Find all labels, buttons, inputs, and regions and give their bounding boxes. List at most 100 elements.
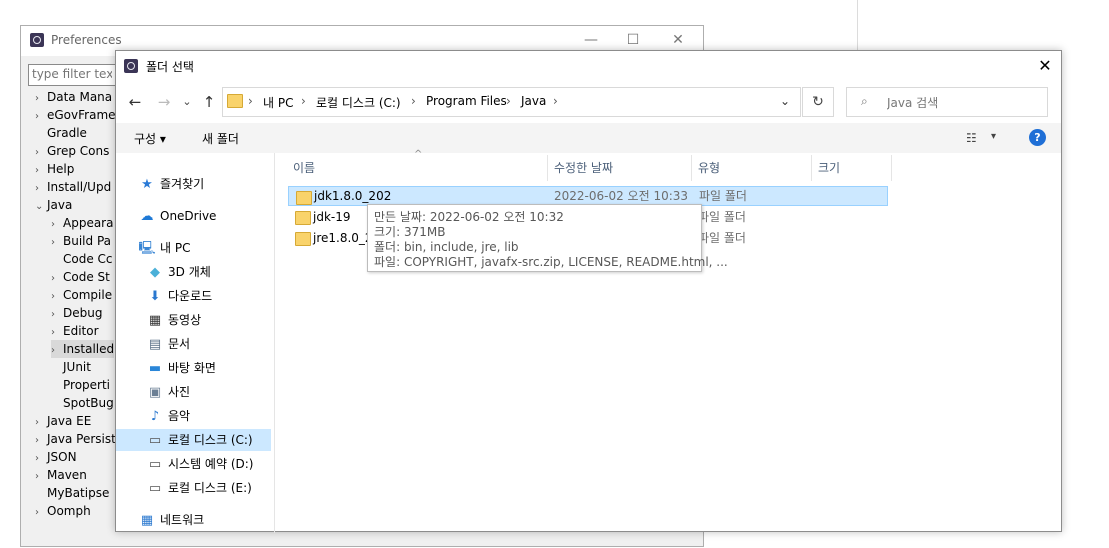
tree-item[interactable]: MyBatipse: [35, 484, 109, 502]
tree-item-label: Installed: [63, 342, 115, 356]
tree-item[interactable]: › Appeara: [51, 214, 113, 232]
tree-item[interactable]: › Grep Cons: [35, 142, 109, 160]
column-divider[interactable]: [811, 155, 812, 181]
nav-item[interactable]: ▦ 네트워크: [138, 509, 204, 531]
nav-item[interactable]: ▬ 바탕 화면: [146, 357, 216, 379]
minimize-button[interactable]: —: [576, 30, 606, 50]
nav-item[interactable]: ▭ 로컬 디스크 (E:): [146, 477, 252, 499]
column-divider[interactable]: [547, 155, 548, 181]
tree-item-label: Build Pa: [63, 234, 111, 248]
tree-item[interactable]: Gradle: [35, 124, 87, 142]
tree-item[interactable]: › Help: [35, 160, 74, 178]
tree-item[interactable]: › Oomph: [35, 502, 91, 520]
breadcrumb-separator[interactable]: ›: [248, 94, 253, 108]
column-header-date[interactable]: 수정한 날짜: [554, 156, 613, 180]
nav-item-label: 로컬 디스크 (E:): [168, 481, 252, 495]
search-icon: ⌕: [861, 94, 868, 108]
tree-item[interactable]: › Install/Upd: [35, 178, 111, 196]
sort-caret-icon: ^: [414, 149, 423, 160]
nav-item[interactable]: ▤ 문서: [146, 333, 190, 355]
folder-icon: [227, 94, 243, 108]
column-header-name[interactable]: 이름: [293, 156, 315, 180]
tree-item[interactable]: › Installed: [51, 340, 115, 358]
nav-item[interactable]: ▭ 시스템 예약 (D:): [146, 453, 254, 475]
breadcrumb-my-pc[interactable]: 내 PC: [263, 94, 293, 111]
tree-item[interactable]: JUnit: [51, 358, 91, 376]
nav-item-label: 바탕 화면: [168, 361, 216, 375]
nav-item[interactable]: ◆ 3D 개체: [146, 261, 211, 283]
tree-item-label: JUnit: [63, 360, 91, 374]
maximize-button[interactable]: ☐: [618, 30, 648, 50]
tree-item[interactable]: › Java Persist: [35, 430, 116, 448]
up-button[interactable]: ↑: [198, 92, 220, 112]
nav-item[interactable]: ☁ OneDrive: [138, 205, 217, 227]
tree-item[interactable]: › JSON: [35, 448, 77, 466]
tree-item[interactable]: › Editor: [51, 322, 99, 340]
nav-item[interactable]: ▦ 동영상: [146, 309, 201, 331]
column-header-size[interactable]: 크기: [818, 156, 840, 180]
tree-item[interactable]: Properti: [51, 376, 110, 394]
nav-item-label: 내 PC: [160, 241, 191, 255]
breadcrumb-local-disk-c[interactable]: 로컬 디스크 (C:): [316, 94, 401, 111]
preferences-title: Preferences: [51, 33, 122, 47]
refresh-button[interactable]: ↻: [802, 87, 834, 117]
view-options-icon[interactable]: ☷: [966, 131, 977, 145]
close-button[interactable]: ✕: [663, 30, 693, 50]
nav-item[interactable]: 🖳 내 PC: [138, 237, 190, 259]
breadcrumb-separator[interactable]: ›: [301, 94, 306, 108]
breadcrumb-separator[interactable]: ›: [506, 94, 511, 108]
filter-input[interactable]: [29, 65, 115, 83]
tree-item[interactable]: › Maven: [35, 466, 87, 484]
tree-item[interactable]: › Code St: [51, 268, 110, 286]
tree-item-label: JSON: [47, 450, 77, 464]
chevron-right-icon[interactable]: ›: [35, 504, 47, 522]
chevron-down-icon[interactable]: ⌄: [35, 198, 47, 216]
tree-item[interactable]: › eGovFrame: [35, 106, 116, 124]
breadcrumb-separator[interactable]: ›: [553, 94, 558, 108]
nav-item[interactable]: ▣ 사진: [146, 381, 190, 403]
drive-d-icon: ▭: [148, 457, 162, 472]
folder-icon: [295, 232, 311, 246]
tree-item-label: Help: [47, 162, 75, 176]
file-row[interactable]: jdk1.8.0_202 2022-06-02 오전 10:33 파일 폴더: [288, 186, 888, 206]
view-options-caret-icon[interactable]: ▾: [991, 131, 996, 142]
tree-item[interactable]: › Build Pa: [51, 232, 111, 250]
pane-divider[interactable]: [274, 153, 275, 533]
folder-icon: [295, 211, 311, 225]
download-icon: ⬇: [149, 289, 161, 304]
desktop-icon: ▬: [148, 361, 162, 376]
file-type: 파일 폴더: [699, 189, 747, 203]
tree-item[interactable]: Code Cc: [51, 250, 113, 268]
forward-button[interactable]: →: [153, 92, 175, 112]
close-button[interactable]: ✕: [1031, 55, 1059, 77]
new-folder-button[interactable]: 새 폴더: [202, 130, 239, 147]
address-bar[interactable]: › 내 PC › 로컬 디스크 (C:) › Program Files › J…: [222, 87, 801, 117]
file-date: 2022-06-02 오전 10:33: [554, 189, 689, 203]
music-icon: ♪: [150, 409, 160, 424]
tree-item[interactable]: › Compile: [51, 286, 112, 304]
computer-icon: 🖳: [138, 241, 156, 256]
recent-dropdown-button[interactable]: ⌄: [176, 92, 198, 112]
video-icon: ▦: [148, 313, 162, 328]
breadcrumb-java[interactable]: Java: [521, 94, 546, 108]
tree-item[interactable]: SpotBug: [51, 394, 114, 412]
nav-item[interactable]: ▭ 로컬 디스크 (C:): [116, 429, 271, 451]
address-dropdown-icon[interactable]: ⌄: [780, 94, 790, 108]
column-header-type[interactable]: 유형: [698, 156, 720, 180]
nav-item[interactable]: ★ 즐겨찾기: [138, 173, 204, 195]
tree-item[interactable]: ⌄ Java: [35, 196, 72, 214]
tree-item[interactable]: › Java EE: [35, 412, 91, 430]
back-button[interactable]: ←: [124, 92, 146, 112]
column-divider[interactable]: [691, 155, 692, 181]
tree-item[interactable]: › Data Mana: [35, 88, 112, 106]
search-input[interactable]: [885, 92, 1039, 114]
organize-button[interactable]: 구성 ▾: [134, 130, 166, 147]
breadcrumb-program-files[interactable]: Program Files: [426, 94, 507, 108]
breadcrumb-separator[interactable]: ›: [411, 94, 416, 108]
tree-item[interactable]: › Debug: [51, 304, 102, 322]
nav-item[interactable]: ♪ 음악: [146, 405, 190, 427]
help-button[interactable]: ?: [1029, 129, 1046, 146]
column-divider[interactable]: [891, 155, 892, 181]
filter-box: [28, 64, 116, 86]
nav-item[interactable]: ⬇ 다운로드: [146, 285, 213, 307]
